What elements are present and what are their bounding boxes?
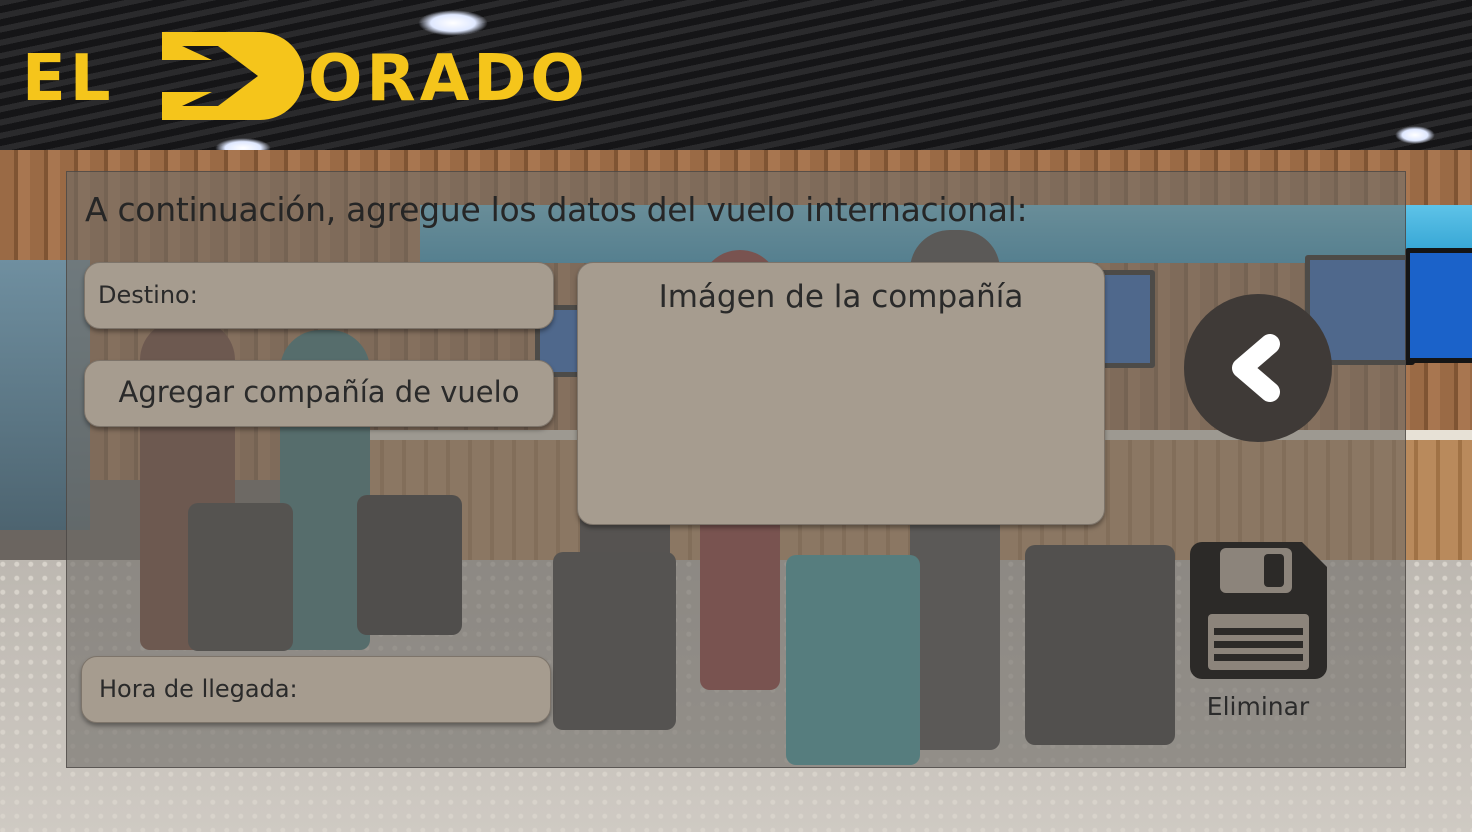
arrival-time-field[interactable]: Hora de llegada: xyxy=(81,656,551,723)
monitor xyxy=(1405,248,1472,363)
floppy-disk-icon xyxy=(1190,542,1327,679)
logo-text-right: ORADO xyxy=(308,42,589,116)
page-heading: A continuación, agregue los datos del vu… xyxy=(85,190,1028,229)
plane-d-icon xyxy=(162,32,304,120)
destino-field[interactable]: Destino: xyxy=(84,262,554,329)
ceiling-light xyxy=(1395,126,1435,144)
eldorado-logo: EL ORADO xyxy=(22,28,672,124)
eliminar-label[interactable]: Eliminar xyxy=(1198,692,1318,721)
save-button[interactable] xyxy=(1190,542,1327,679)
add-company-button[interactable]: Agregar compañía de vuelo xyxy=(84,360,554,427)
company-image-label: Imágen de la compañía xyxy=(658,279,1024,315)
logo-text-left: EL xyxy=(22,42,115,116)
company-image-box[interactable]: Imágen de la compañía xyxy=(577,262,1105,525)
back-button[interactable] xyxy=(1184,294,1332,442)
logo-graphic: EL ORADO xyxy=(22,32,589,120)
chevron-left-icon xyxy=(1232,334,1280,402)
